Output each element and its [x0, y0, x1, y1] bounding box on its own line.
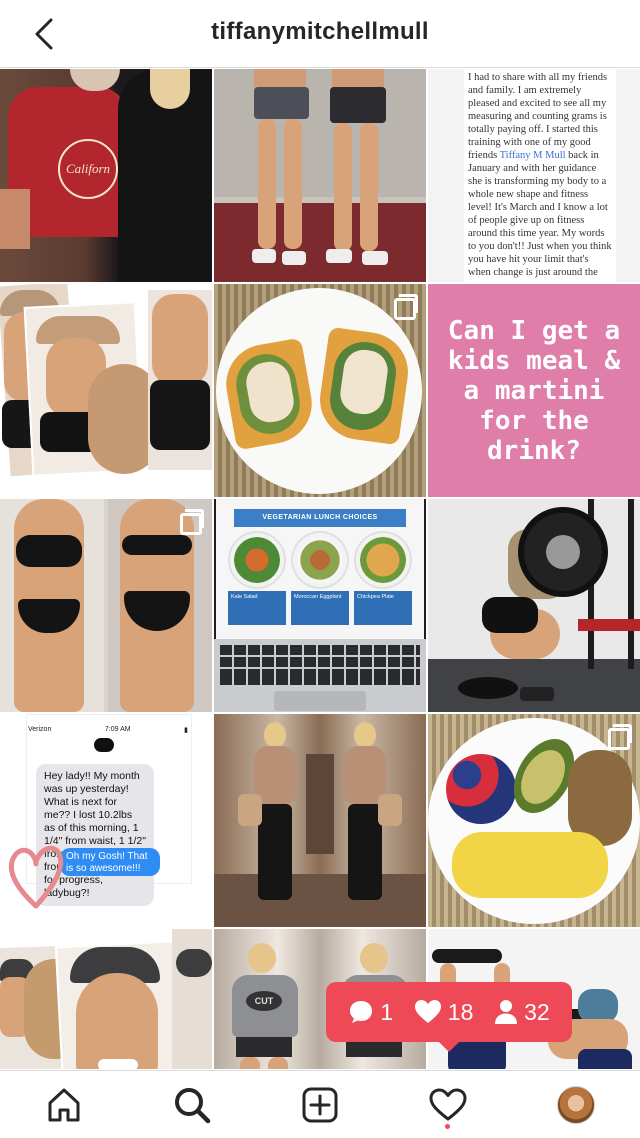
post-thumbnail[interactable]	[214, 69, 426, 282]
screen-title: VEGETARIAN LUNCH CHOICES	[234, 509, 406, 527]
shirt-logo-text: CUT	[246, 991, 282, 1011]
search-icon	[175, 1088, 211, 1124]
post-thumbnail[interactable]	[0, 284, 212, 497]
profile-avatar	[557, 1086, 595, 1124]
new-post-icon	[302, 1087, 338, 1123]
carousel-icon	[608, 724, 632, 750]
sms-status-bar: Verizon 7:09 AM ▮	[28, 726, 188, 734]
comments-count: 1	[380, 998, 394, 1025]
post-thumbnail[interactable]: Can I get a kids meal & a martini for th…	[428, 284, 640, 497]
note-screenshot: I had to share with all my friends and f…	[464, 69, 616, 282]
nav-activity[interactable]	[426, 1083, 470, 1129]
note-text: I had to share with all my friends and f…	[468, 72, 608, 161]
post-thumbnail[interactable]: VEGETARIAN LUNCH CHOICES Kale Salad Moro…	[214, 499, 426, 712]
heart-icon	[414, 1000, 441, 1023]
note-text-continued: back in January and with her guidance sh…	[468, 150, 612, 282]
battery-icon: ▮	[184, 727, 188, 734]
comment-icon	[350, 1001, 373, 1023]
followers-count: 32	[524, 998, 550, 1025]
nav-search[interactable]	[170, 1083, 214, 1127]
new-comments: 1	[348, 999, 393, 1026]
activity-heart-icon	[429, 1088, 467, 1121]
note-link: Tiffany M Mull	[499, 150, 566, 161]
post-thumbnail[interactable]: Californ	[0, 69, 212, 282]
activity-notification[interactable]: 1 18 32	[326, 982, 572, 1052]
post-thumbnail[interactable]	[0, 929, 212, 1069]
post-thumbnail[interactable]	[214, 284, 426, 497]
shirt-logo-text: Californ	[58, 139, 118, 199]
post-thumbnail[interactable]	[0, 499, 212, 712]
post-thumbnail[interactable]: Verizon 7:09 AM ▮ Hey lady!! My month wa…	[0, 714, 212, 927]
time-label: 7:09 AM	[104, 726, 131, 733]
dish-caption: Chickpea Plate	[354, 591, 412, 625]
person-icon	[495, 1000, 518, 1024]
new-likes: 18	[414, 998, 474, 1026]
home-icon	[48, 1088, 80, 1122]
notification-dot	[445, 1124, 450, 1129]
post-thumbnail[interactable]	[428, 499, 640, 712]
nav-new-post[interactable]	[298, 1083, 342, 1127]
dish-caption: Kale Salad	[228, 591, 286, 625]
carousel-icon	[180, 509, 204, 535]
top-bar: tiffanymitchellmull	[0, 0, 640, 68]
new-followers: 32	[494, 999, 550, 1026]
carrier-label: Verizon	[28, 726, 52, 733]
post-thumbnail[interactable]: I had to share with all my friends and f…	[428, 69, 640, 282]
quote-text: Can I get a kids meal & a martini for th…	[447, 315, 621, 466]
likes-count: 18	[447, 998, 474, 1025]
dish-caption: Moroccan Eggplant	[291, 591, 349, 625]
nav-home[interactable]	[42, 1083, 86, 1127]
post-thumbnail[interactable]	[428, 714, 640, 927]
bottom-navigation	[0, 1070, 640, 1138]
carousel-icon	[394, 294, 418, 320]
profile-username: tiffanymitchellmull	[211, 18, 429, 45]
nav-profile[interactable]	[554, 1083, 598, 1127]
post-thumbnail[interactable]	[214, 714, 426, 927]
heart-doodle-icon	[8, 845, 64, 909]
posts-grid: Californ I had to share with all my frie…	[0, 69, 640, 1069]
outgoing-message: Oh my Gosh! That is so awesome!!! Seriou…	[60, 848, 160, 876]
